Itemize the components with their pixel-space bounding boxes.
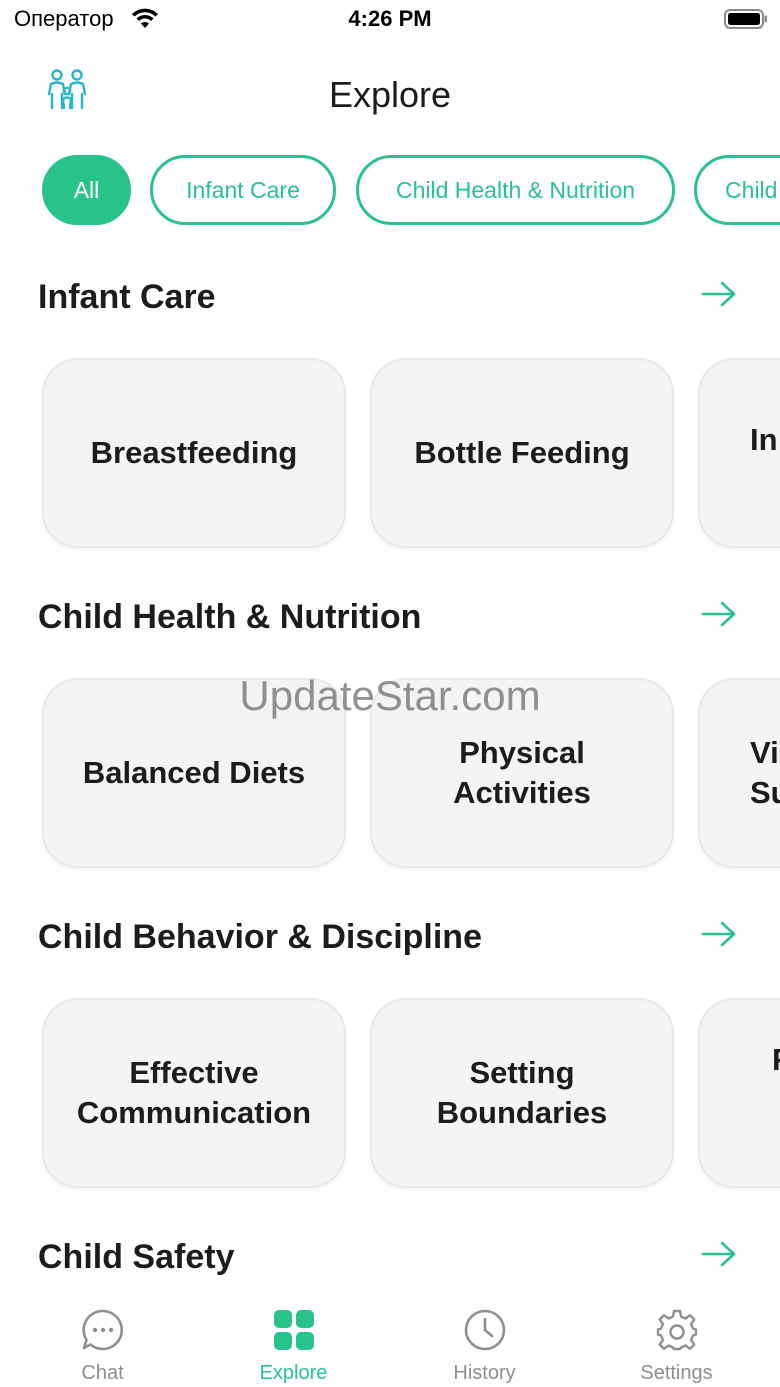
arrow-right-icon[interactable] [700, 280, 738, 308]
section-title-child-health-nutrition: Child Health & Nutrition [38, 598, 422, 636]
tab-settings[interactable]: Settings [579, 1300, 774, 1387]
arrow-right-icon[interactable] [700, 600, 738, 628]
tab-label-explore: Explore [259, 1362, 328, 1384]
chip-child-health-nutrition[interactable]: Child Health & Nutrition [356, 155, 675, 225]
clock-time: 4:26 PM [348, 6, 432, 31]
topic-card-balanced-diets[interactable]: Balanced Diets [42, 678, 346, 868]
child-behavior-card-row: Effective Communication Setting Boundari… [0, 998, 780, 1192]
chip-all[interactable]: All [42, 155, 131, 225]
page-title: Explore [328, 74, 452, 115]
topic-card-partial[interactable]: Vi Su [698, 678, 780, 868]
category-filter-chips: All Infant Care Child Health & Nutrition… [0, 155, 780, 225]
gear-icon [656, 1309, 698, 1351]
tab-chat[interactable]: Chat [5, 1300, 200, 1387]
topic-card-physical-activities[interactable]: Physical Activities [370, 678, 674, 868]
topic-card-partial[interactable]: In [698, 358, 780, 548]
topic-card-partial[interactable]: F [698, 998, 780, 1188]
tab-bar: Chat Explore History Settings [0, 1300, 780, 1387]
tab-label-history: History [453, 1362, 516, 1384]
section-title-infant-care: Infant Care [38, 278, 216, 316]
tab-history[interactable]: History [387, 1300, 582, 1387]
chat-bubble-icon [82, 1309, 124, 1351]
status-bar: Оператор 4:26 PM [0, 0, 780, 44]
infant-care-card-row: Breastfeeding Bottle Feeding In [0, 358, 780, 552]
child-health-card-row: Balanced Diets Physical Activities Vi Su [0, 678, 780, 872]
clock-icon [464, 1309, 506, 1351]
tab-explore[interactable]: Explore [196, 1300, 391, 1387]
topic-card-effective-communication[interactable]: Effective Communication [42, 998, 346, 1188]
topic-card-bottle-feeding[interactable]: Bottle Feeding [370, 358, 674, 548]
chip-child-partial[interactable]: Child [694, 155, 780, 225]
arrow-right-icon[interactable] [700, 1240, 738, 1268]
section-title-child-behavior-discipline: Child Behavior & Discipline [38, 918, 482, 956]
section-title-child-safety: Child Safety [38, 1238, 235, 1276]
battery-icon [724, 9, 767, 29]
grid-icon [274, 1310, 314, 1350]
tab-label-settings: Settings [640, 1362, 713, 1384]
chip-infant-care[interactable]: Infant Care [150, 155, 336, 225]
topic-card-breastfeeding[interactable]: Breastfeeding [42, 358, 346, 548]
topic-card-setting-boundaries[interactable]: Setting Boundaries [370, 998, 674, 1188]
tab-label-chat: Chat [81, 1362, 124, 1384]
arrow-right-icon[interactable] [700, 920, 738, 948]
